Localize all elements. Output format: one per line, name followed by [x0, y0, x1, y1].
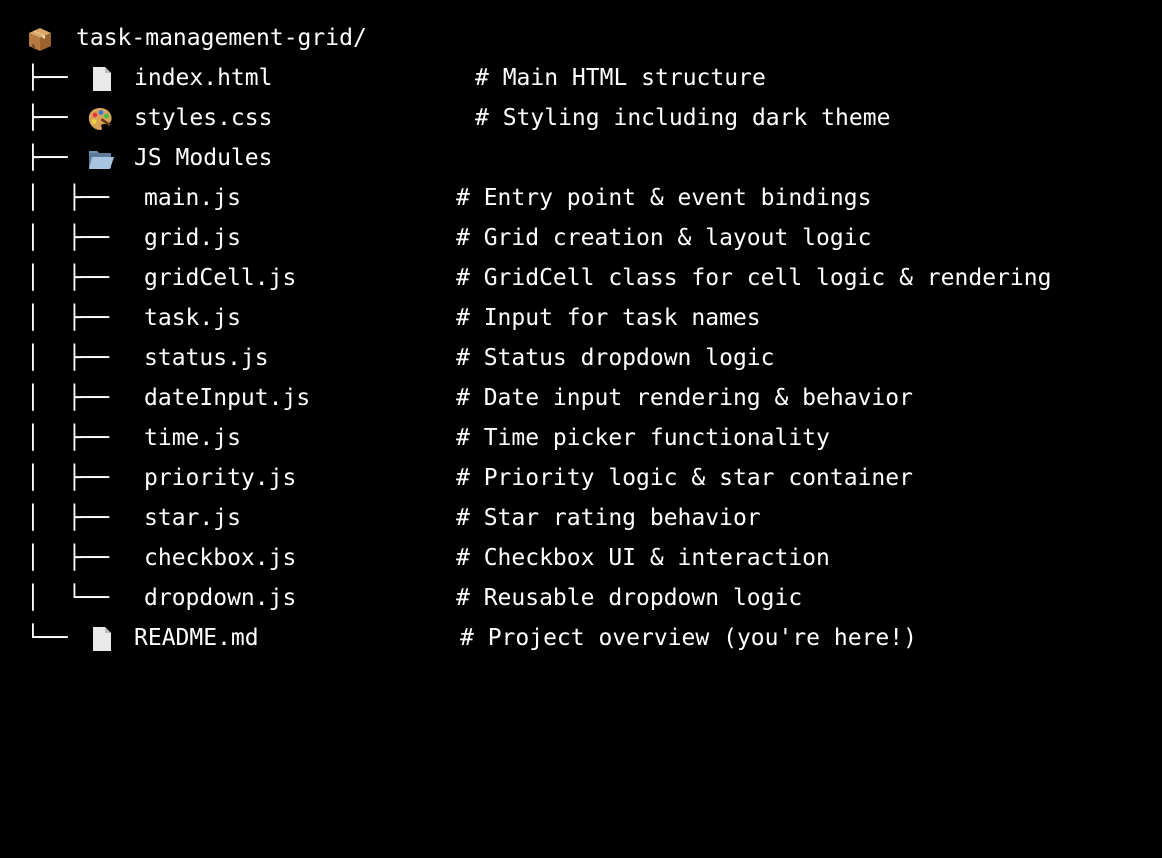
file-name: main.js — [144, 185, 241, 211]
file-comment: # Grid creation & layout logic — [456, 225, 872, 251]
tree-branch: │ ├── — [26, 185, 110, 211]
tree-root-row[interactable]: task-management-grid/ — [0, 18, 1162, 58]
tree-branch: │ ├── — [26, 505, 110, 531]
file-name: task.js — [144, 305, 241, 331]
palette-icon — [88, 108, 112, 130]
tree-item-priority-js[interactable]: │ ├── priority.js # Priority logic & sta… — [0, 458, 1162, 498]
file-tree: task-management-grid/ ├── index.html # M… — [0, 0, 1162, 692]
document-icon — [93, 67, 111, 91]
tree-branch: │ ├── — [26, 345, 110, 371]
tree-branch: │ ├── — [26, 425, 110, 451]
root-folder-name: task-management-grid/ — [76, 25, 367, 51]
file-comment: # Time picker functionality — [456, 425, 830, 451]
tree-branch: ├── — [26, 145, 68, 171]
file-comment: # GridCell class for cell logic & render… — [456, 265, 1052, 291]
file-comment: # Reusable dropdown logic — [456, 585, 803, 611]
file-name: index.html — [134, 65, 273, 91]
tree-item-time-js[interactable]: │ ├── time.js # Time picker functionalit… — [0, 418, 1162, 458]
package-icon — [29, 28, 51, 51]
tree-item-index-html[interactable]: ├── index.html # Main HTML structure — [0, 58, 1162, 98]
tree-item-checkbox-js[interactable]: │ ├── checkbox.js # Checkbox UI & intera… — [0, 538, 1162, 578]
file-comment: # Priority logic & star container — [456, 465, 913, 491]
file-comment: # Checkbox UI & interaction — [456, 545, 830, 571]
tree-item-dateinput-js[interactable]: │ ├── dateInput.js # Date input renderin… — [0, 378, 1162, 418]
file-name: checkbox.js — [144, 545, 297, 571]
tree-item-task-js[interactable]: │ ├── task.js # Input for task names — [0, 298, 1162, 338]
file-name: time.js — [144, 425, 241, 451]
file-name: README.md — [134, 625, 259, 651]
file-name: star.js — [144, 505, 241, 531]
tree-branch: ├── — [26, 105, 68, 131]
file-name: dateInput.js — [144, 385, 311, 411]
file-comment: # Main HTML structure — [475, 65, 766, 91]
file-name: gridCell.js — [144, 265, 297, 291]
tree-branch: │ ├── — [26, 545, 110, 571]
tree-branch: │ ├── — [26, 305, 110, 331]
file-name: dropdown.js — [144, 585, 297, 611]
open-folder-icon — [89, 151, 114, 169]
tree-item-grid-js[interactable]: │ ├── grid.js # Grid creation & layout l… — [0, 218, 1162, 258]
file-comment: # Entry point & event bindings — [456, 185, 872, 211]
file-name: status.js — [144, 345, 269, 371]
tree-item-readme-md[interactable]: └── README.md # Project overview (you're… — [0, 618, 1162, 658]
tree-branch: │ ├── — [26, 465, 110, 491]
tree-branch: │ ├── — [26, 385, 110, 411]
tree-item-dropdown-js[interactable]: │ └── dropdown.js # Reusable dropdown lo… — [0, 578, 1162, 618]
tree-branch: │ └── — [26, 585, 110, 611]
file-name: styles.css — [134, 105, 273, 131]
tree-branch: │ ├── — [26, 265, 110, 291]
tree-branch: │ ├── — [26, 225, 110, 251]
tree-branch: └── — [26, 625, 68, 651]
tree-item-js-modules[interactable]: ├── JS Modules — [0, 138, 1162, 178]
tree-item-styles-css[interactable]: ├── styles.css # Styling including dark … — [0, 98, 1162, 138]
file-comment: # Styling including dark theme — [475, 105, 891, 131]
folder-name: JS Modules — [134, 145, 273, 171]
file-comment: # Status dropdown logic — [456, 345, 775, 371]
document-icon — [93, 627, 111, 651]
tree-item-star-js[interactable]: │ ├── star.js # Star rating behavior — [0, 498, 1162, 538]
tree-item-main-js[interactable]: │ ├── main.js # Entry point & event bind… — [0, 178, 1162, 218]
file-comment: # Star rating behavior — [456, 505, 761, 531]
tree-branch: ├── — [26, 65, 68, 91]
tree-item-status-js[interactable]: │ ├── status.js # Status dropdown logic — [0, 338, 1162, 378]
file-comment: # Input for task names — [456, 305, 761, 331]
file-name: priority.js — [144, 465, 297, 491]
file-comment: # Date input rendering & behavior — [456, 385, 913, 411]
file-name: grid.js — [144, 225, 241, 251]
tree-item-gridcell-js[interactable]: │ ├── gridCell.js # GridCell class for c… — [0, 258, 1162, 298]
file-comment: # Project overview (you're here!) — [460, 625, 917, 651]
